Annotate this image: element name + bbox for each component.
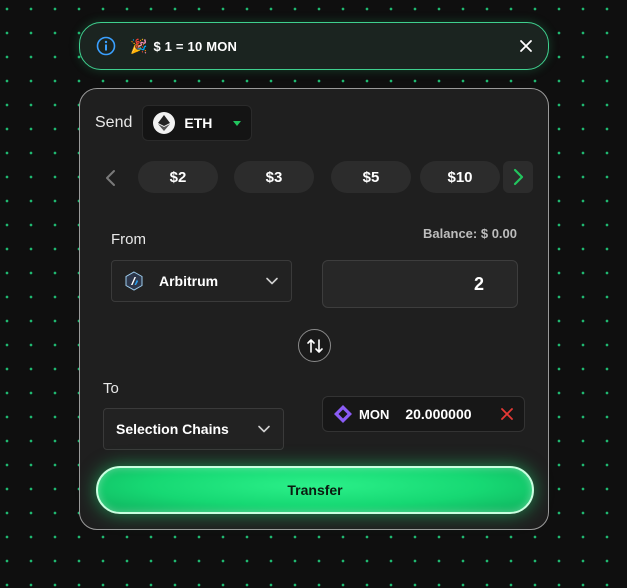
receive-amount-box: MON 20.000000 — [322, 396, 525, 432]
send-label: Send — [95, 114, 133, 131]
amount-chip-10[interactable]: $10 — [420, 161, 500, 193]
receive-amount: 20.000000 — [405, 406, 472, 422]
close-icon[interactable] — [518, 38, 534, 54]
chevron-down-icon — [266, 277, 278, 285]
chevron-right-button[interactable] — [503, 161, 533, 193]
chevron-down-icon — [258, 425, 270, 433]
eth-icon — [153, 112, 176, 134]
amount-chip-5[interactable]: $5 — [331, 161, 411, 193]
info-icon — [96, 36, 116, 56]
from-chain-name: Arbitrum — [159, 273, 219, 289]
to-label: To — [103, 380, 119, 397]
chevron-right-icon — [513, 168, 524, 186]
arbitrum-icon — [125, 271, 143, 291]
balance-text: Balance: $ 0.00 — [423, 226, 517, 241]
amount-input[interactable] — [322, 260, 518, 308]
to-chain-placeholder: Selection Chains — [116, 421, 229, 437]
amount-chip-2[interactable]: $2 — [138, 161, 218, 193]
swap-direction-button[interactable] — [298, 329, 331, 362]
token-select[interactable]: ETH — [142, 105, 253, 141]
receive-token-name: MON — [359, 406, 390, 422]
amount-chips-row: $2 $3 $5 $10 — [100, 161, 540, 195]
send-row: Send ETH — [95, 105, 253, 141]
rate-text: $ 1 = 10 MON — [153, 38, 238, 54]
swap-arrows-icon — [306, 338, 323, 353]
monad-icon — [334, 405, 352, 423]
from-label: From — [111, 231, 146, 248]
caret-down-icon — [233, 120, 242, 126]
transfer-card: Send ETH $2 $3 $5 $10 From Balance: $ 0.… — [79, 88, 549, 530]
from-chain-select[interactable]: Arbitrum — [111, 260, 292, 302]
rate-banner: 🎉 $ 1 = 10 MON — [79, 22, 549, 70]
chevron-left-icon[interactable] — [102, 169, 120, 187]
clear-icon[interactable] — [500, 407, 514, 421]
token-name: ETH — [184, 115, 213, 131]
to-chain-select[interactable]: Selection Chains — [103, 408, 284, 450]
party-icon: 🎉 — [130, 37, 148, 54]
amount-chip-3[interactable]: $3 — [234, 161, 314, 193]
transfer-button[interactable]: Transfer — [96, 466, 534, 514]
